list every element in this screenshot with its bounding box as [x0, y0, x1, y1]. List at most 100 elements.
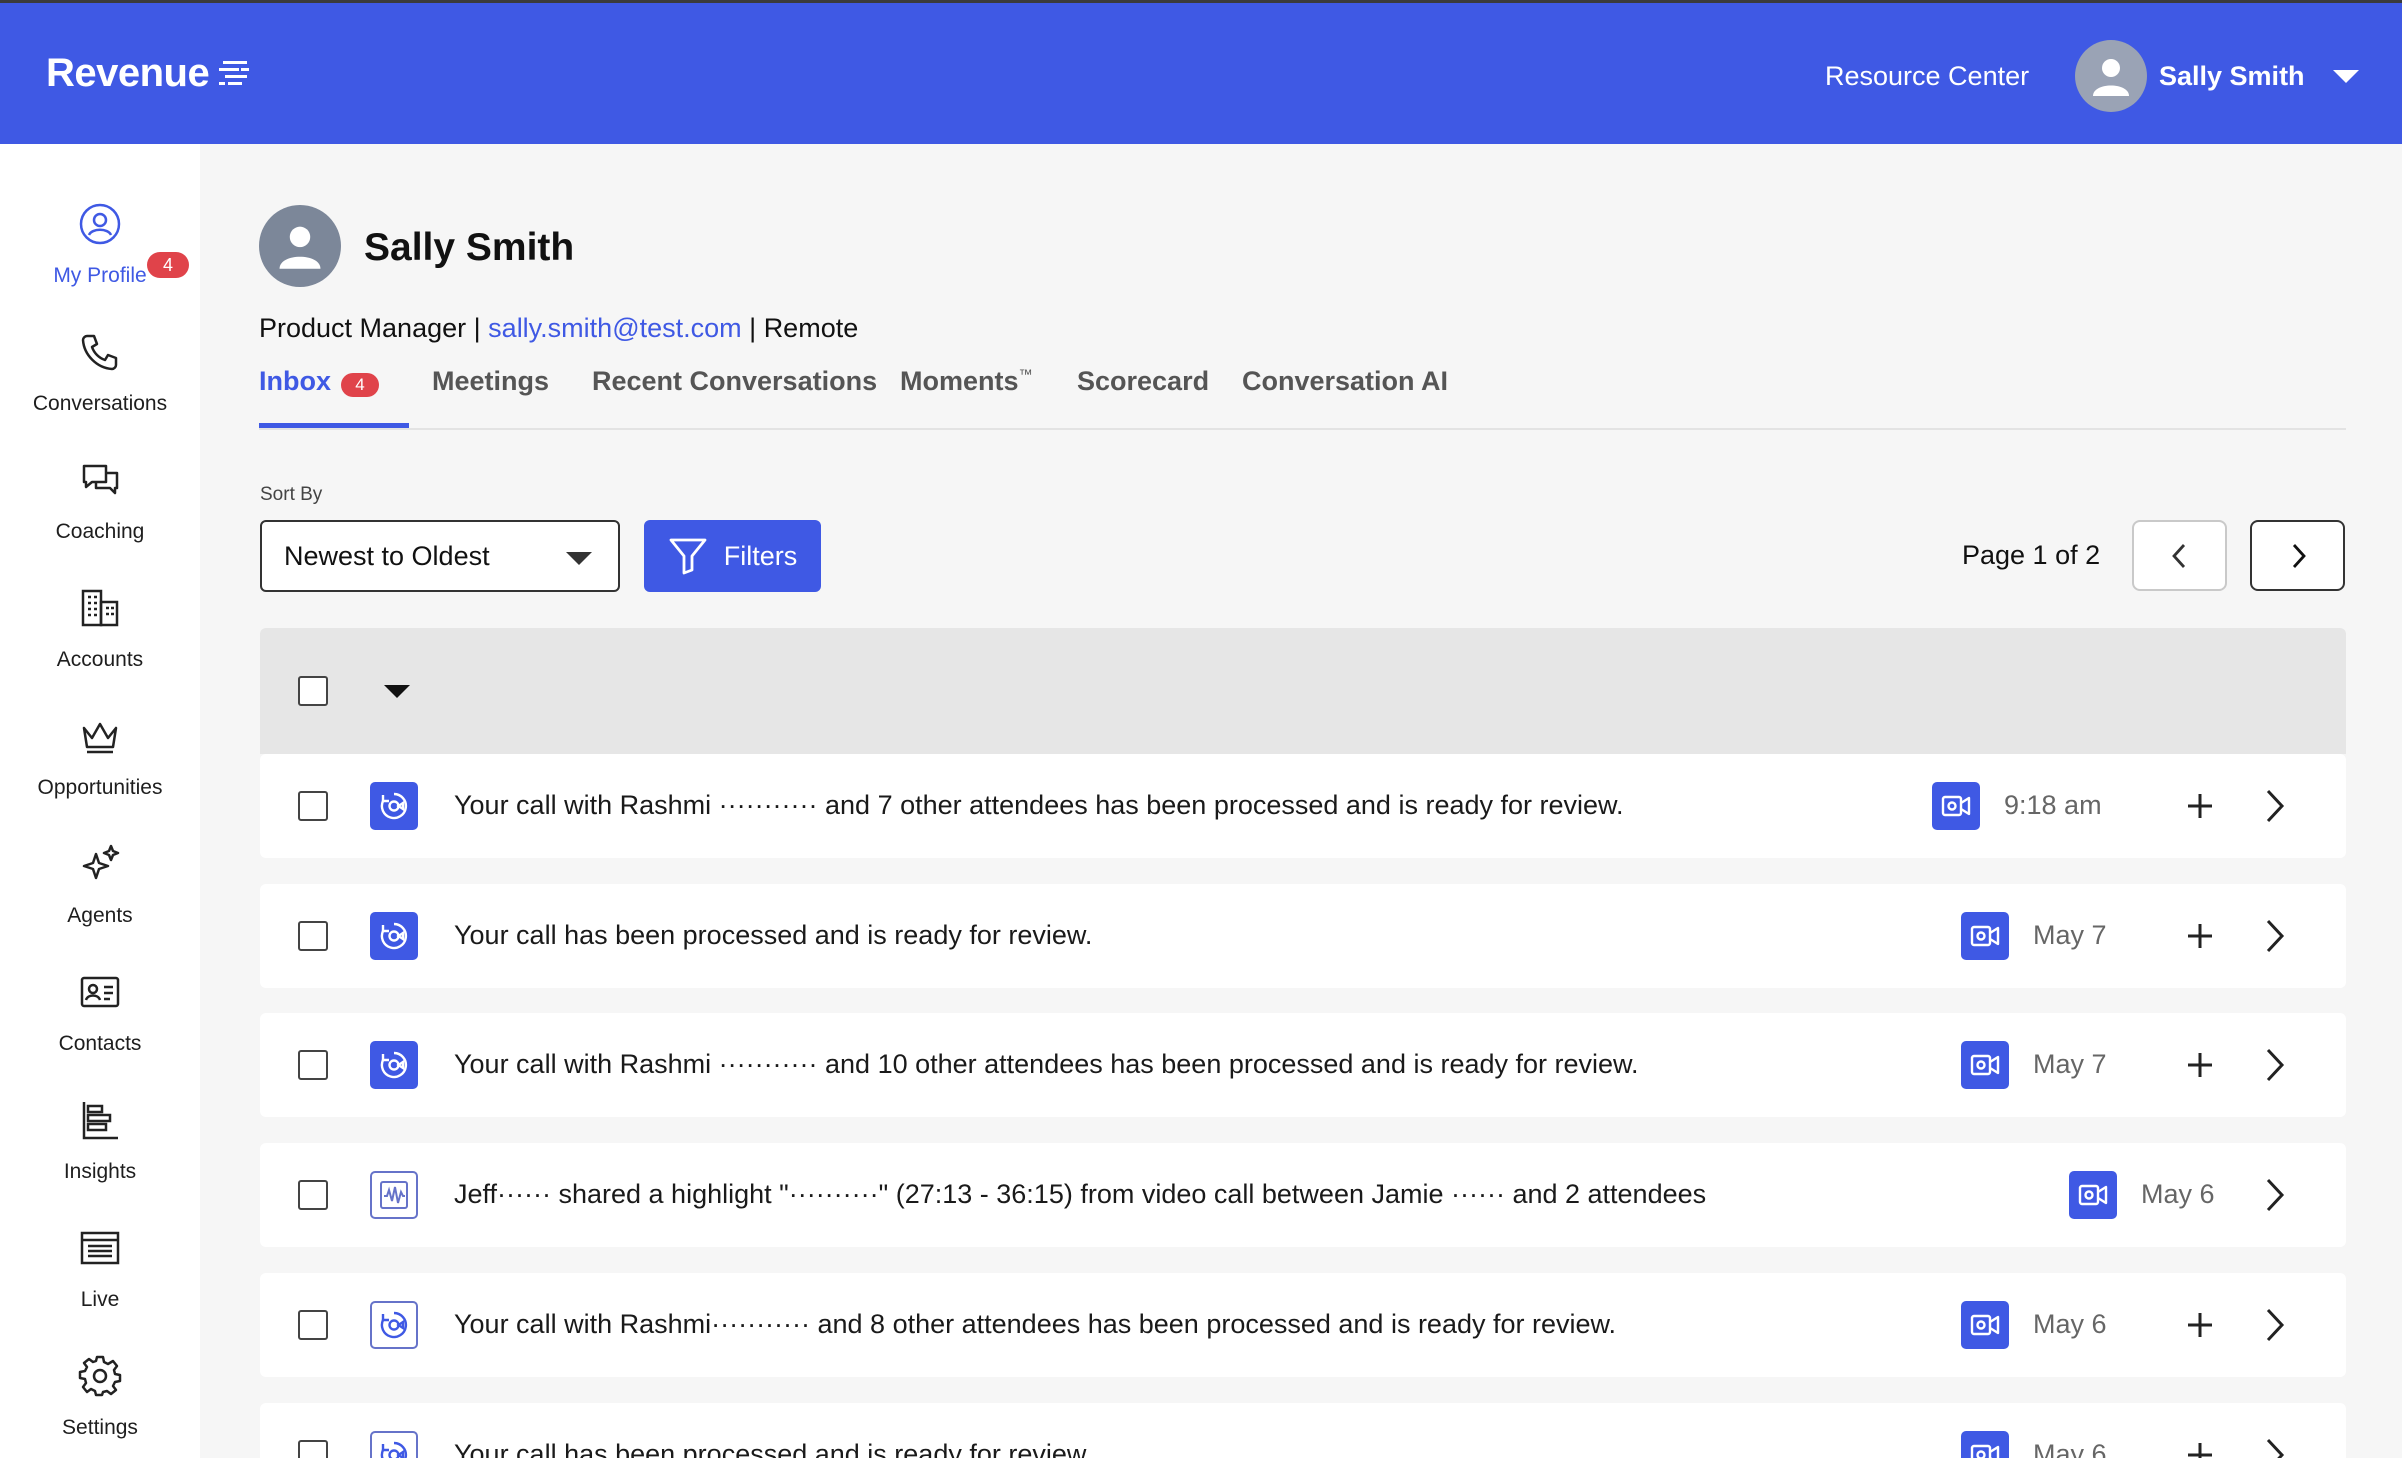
row-checkbox[interactable] [298, 1180, 328, 1210]
sparkles-icon [82, 844, 120, 880]
sidebar-item-label: Coaching [55, 520, 145, 543]
sidebar-item-contacts[interactable]: Contacts [0, 968, 200, 1096]
add-icon[interactable] [2182, 1307, 2218, 1343]
avatar [2075, 40, 2147, 112]
inbox-row[interactable]: Your call with Rashmi ··········· and 10… [260, 1013, 2346, 1117]
notification-time: May 7 [2033, 1049, 2107, 1079]
tab-label: Conversation AI [1242, 366, 1449, 396]
profile-avatar [259, 205, 341, 287]
sidebar-item-accounts[interactable]: Accounts [0, 584, 200, 712]
bulk-actions-dropdown-icon[interactable] [384, 685, 410, 698]
row-checkbox[interactable] [298, 1440, 328, 1458]
sidebar-item-label: Insights [63, 1160, 137, 1183]
crown-icon [82, 722, 118, 754]
video-call-icon[interactable] [1961, 1041, 2009, 1089]
add-icon[interactable] [2182, 918, 2218, 954]
user-menu[interactable]: Sally Smith [2075, 40, 2359, 112]
chevron-right-icon[interactable] [2254, 786, 2294, 826]
call-processed-icon [370, 1041, 418, 1089]
video-call-icon[interactable] [1961, 912, 2009, 960]
add-icon[interactable] [2182, 1047, 2218, 1083]
add-icon[interactable] [2182, 788, 2218, 824]
notification-text: Your call has been processed and is read… [454, 1439, 1093, 1458]
chevron-right-icon[interactable] [2254, 1305, 2294, 1345]
inbox-row[interactable]: Jeff······ shared a highlight "·········… [260, 1143, 2346, 1247]
inbox-row[interactable]: Your call with Rashmi ··········· and 7 … [260, 754, 2346, 858]
phone-icon [81, 334, 118, 371]
notification-badge: 4 [147, 252, 189, 278]
user-circle-icon [79, 203, 121, 245]
sidebar-item-insights[interactable]: Insights [0, 1096, 200, 1224]
logo-text: Revenue [46, 51, 210, 95]
row-checkbox[interactable] [298, 1050, 328, 1080]
sidebar-item-label: Settings [62, 1416, 138, 1439]
user-name: Sally Smith [2159, 60, 2305, 91]
add-icon[interactable] [2182, 1437, 2218, 1458]
user-silhouette-icon [2093, 59, 2129, 96]
row-checkbox[interactable] [298, 791, 328, 821]
tab-conversation-ai[interactable]: Conversation AI [1242, 366, 1448, 428]
user-silhouette-icon [279, 226, 321, 269]
chevron-right-icon[interactable] [2254, 1045, 2294, 1085]
chevron-right-icon[interactable] [2254, 1175, 2294, 1215]
sidebar-item-settings[interactable]: Settings [0, 1352, 200, 1458]
notification-time: May 6 [2033, 1439, 2107, 1458]
inbox-row[interactable]: Your call has been processed and is read… [260, 884, 2346, 988]
tab-moments[interactable]: Moments ™ [900, 366, 1033, 428]
profile-meta: Product Manager | sally.smith@test.com |… [259, 313, 858, 344]
location: Remote [763, 313, 859, 343]
inbox-row[interactable]: Your call with Rashmi··········· and 8 o… [260, 1273, 2346, 1377]
tab-inbox[interactable]: Inbox 4 [259, 366, 409, 428]
sidebar-item-opportunities[interactable]: Opportunities [0, 712, 200, 840]
sidebar-item-label: My Profile [53, 264, 147, 287]
filter-funnel-icon [669, 538, 707, 575]
tab-label: Recent Conversations [592, 366, 878, 396]
chat-bubbles-icon [82, 464, 119, 495]
notification-time: May 6 [2033, 1309, 2107, 1339]
sort-label: Sort By [260, 484, 323, 505]
sidebar-item-my-profile[interactable]: My Profile 4 [0, 200, 200, 328]
call-processed-icon [370, 1431, 418, 1458]
next-page-button[interactable] [2250, 520, 2345, 591]
resource-center-link[interactable]: Resource Center [1825, 61, 2029, 92]
video-call-icon[interactable] [2069, 1171, 2117, 1219]
row-checkbox[interactable] [298, 1310, 328, 1340]
logo-mark-icon [219, 60, 250, 85]
sidebar-item-coaching[interactable]: Coaching [0, 456, 200, 584]
list-header [260, 628, 2346, 754]
job-title: Product Manager [259, 313, 467, 343]
chevron-down-icon [2332, 69, 2359, 83]
video-call-icon[interactable] [1961, 1431, 2009, 1458]
row-checkbox[interactable] [298, 921, 328, 951]
revenue-logo[interactable]: Revenue [46, 51, 253, 96]
notification-time: May 7 [2033, 920, 2107, 950]
tab-meetings[interactable]: Meetings [432, 366, 549, 428]
bar-chart-icon [82, 1102, 118, 1140]
sidebar-item-label: Live [80, 1288, 120, 1311]
video-call-icon[interactable] [1961, 1301, 2009, 1349]
chevron-right-icon[interactable] [2254, 916, 2294, 956]
page-title: Sally Smith [364, 226, 575, 269]
email-link[interactable]: sally.smith@test.com [488, 313, 741, 343]
filters-button[interactable]: Filters [644, 520, 821, 592]
tab-recent-conversations[interactable]: Recent Conversations [592, 366, 877, 428]
top-header: Revenue Resource Center Sally Smith [0, 0, 2402, 144]
sidebar-item-label: Accounts [56, 648, 144, 671]
video-call-icon[interactable] [1932, 782, 1980, 830]
highlight-waveform-icon [370, 1171, 418, 1219]
chevron-left-icon [2171, 543, 2185, 568]
select-all-checkbox[interactable] [298, 676, 328, 706]
inbox-row[interactable]: Your call has been processed and is read… [260, 1403, 2346, 1458]
live-list-icon [80, 1231, 120, 1265]
call-processed-icon [370, 782, 418, 830]
tab-scorecard[interactable]: Scorecard [1077, 366, 1209, 428]
sidebar-item-agents[interactable]: Agents [0, 840, 200, 968]
sidebar-item-live[interactable]: Live [0, 1224, 200, 1352]
previous-page-button[interactable] [2132, 520, 2227, 591]
sort-select[interactable]: Newest to Oldest [260, 520, 620, 592]
filters-label: Filters [723, 540, 798, 571]
sidebar-item-conversations[interactable]: Conversations [0, 328, 200, 456]
notification-time: May 6 [2141, 1179, 2215, 1209]
profile-tabs: Inbox 4 Meetings Recent Conversations Mo… [259, 366, 2346, 430]
chevron-right-icon[interactable] [2254, 1435, 2294, 1458]
